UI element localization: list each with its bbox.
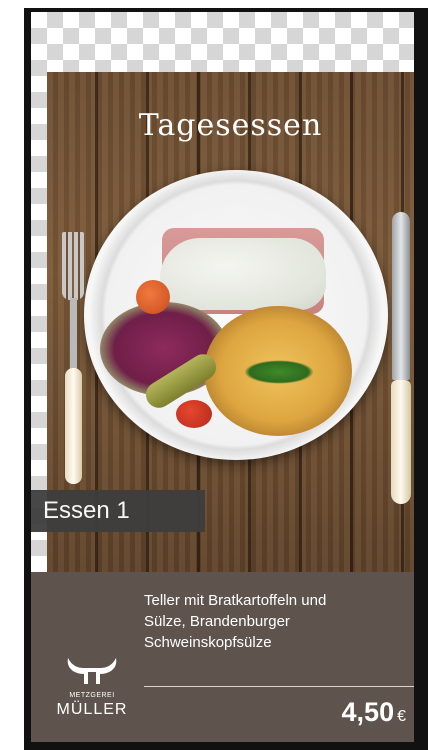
divider — [144, 686, 414, 687]
price: 4,50 € — [280, 697, 414, 728]
brand-name: MÜLLER — [56, 701, 128, 718]
dish-label: Essen 1 — [31, 490, 205, 532]
knife-icon — [390, 212, 412, 504]
price-value: 4,50 — [341, 697, 395, 727]
page-title: Tagesessen — [138, 108, 323, 143]
brand-small: METZGEREI — [69, 692, 115, 699]
food-tomato — [136, 280, 170, 314]
dish-description: Teller mit Bratkartoffeln und Sülze, Bra… — [144, 590, 406, 653]
description-line: Sülze, Brandenburger — [144, 613, 290, 630]
fork-icon — [62, 232, 84, 484]
food-tomato-slice — [176, 400, 212, 428]
description-line: Teller mit Bratkartoffeln und — [144, 592, 327, 609]
currency-symbol: € — [397, 708, 406, 725]
food-herbs — [244, 360, 314, 384]
bull-horns-logo-icon — [67, 658, 117, 688]
description-line: Schweinskopfsülze — [144, 634, 272, 651]
brand-logo: METZGEREI MÜLLER — [52, 654, 132, 738]
food-sauce — [160, 238, 326, 310]
